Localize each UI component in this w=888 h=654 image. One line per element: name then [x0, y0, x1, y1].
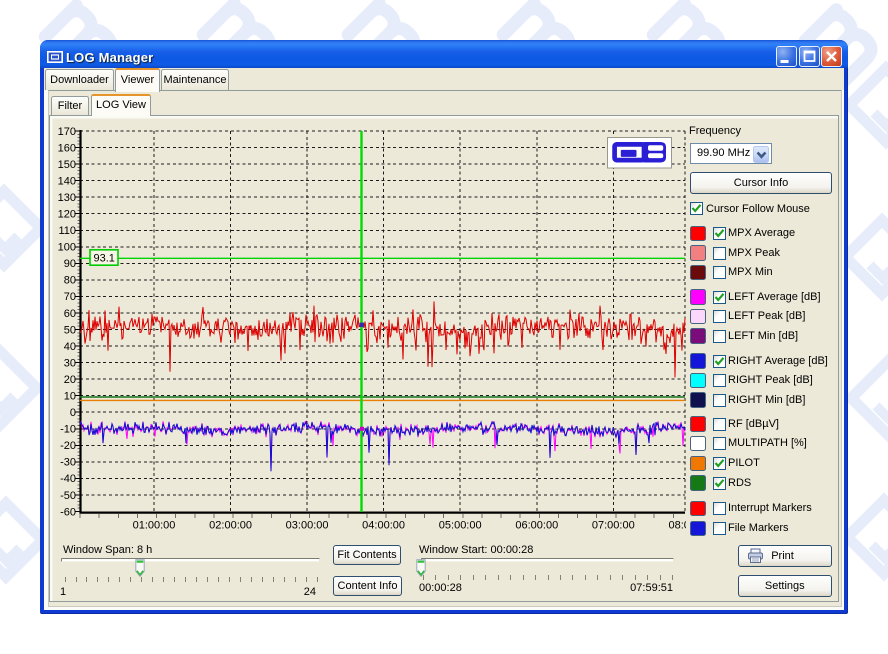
svg-text:05:00:00: 05:00:00	[439, 520, 482, 532]
svg-text:02:00:00: 02:00:00	[209, 520, 252, 532]
svg-text:130: 130	[58, 192, 76, 204]
svg-text:-50: -50	[60, 490, 76, 502]
svg-text:03:00:00: 03:00:00	[286, 520, 329, 532]
svg-text:-40: -40	[60, 473, 76, 485]
svg-text:50: 50	[64, 324, 76, 336]
svg-text:110: 110	[58, 225, 76, 237]
svg-text:07:00:00: 07:00:00	[592, 520, 635, 532]
svg-text:08:00:00: 08:00:00	[668, 520, 686, 532]
svg-text:80: 80	[64, 275, 76, 287]
svg-text:-10: -10	[60, 424, 76, 436]
svg-text:70: 70	[64, 291, 76, 303]
svg-text:160: 160	[58, 142, 76, 154]
svg-text:-30: -30	[60, 457, 76, 469]
svg-text:170: 170	[58, 126, 76, 138]
svg-text:150: 150	[58, 159, 76, 171]
svg-text:90: 90	[64, 258, 76, 270]
svg-text:04:00:00: 04:00:00	[362, 520, 405, 532]
svg-text:30: 30	[64, 357, 76, 369]
svg-text:40: 40	[64, 341, 76, 353]
svg-text:140: 140	[58, 175, 76, 187]
svg-text:06:00:00: 06:00:00	[515, 520, 558, 532]
svg-text:60: 60	[64, 308, 76, 320]
svg-text:01:00:00: 01:00:00	[133, 520, 176, 532]
svg-text:-20: -20	[60, 440, 76, 452]
svg-text:10: 10	[64, 391, 76, 403]
svg-text:100: 100	[58, 242, 76, 254]
svg-text:93.1: 93.1	[94, 253, 115, 265]
svg-text:0: 0	[70, 407, 76, 419]
svg-text:120: 120	[58, 209, 76, 221]
svg-text:20: 20	[64, 374, 76, 386]
svg-text:-60: -60	[60, 506, 76, 518]
